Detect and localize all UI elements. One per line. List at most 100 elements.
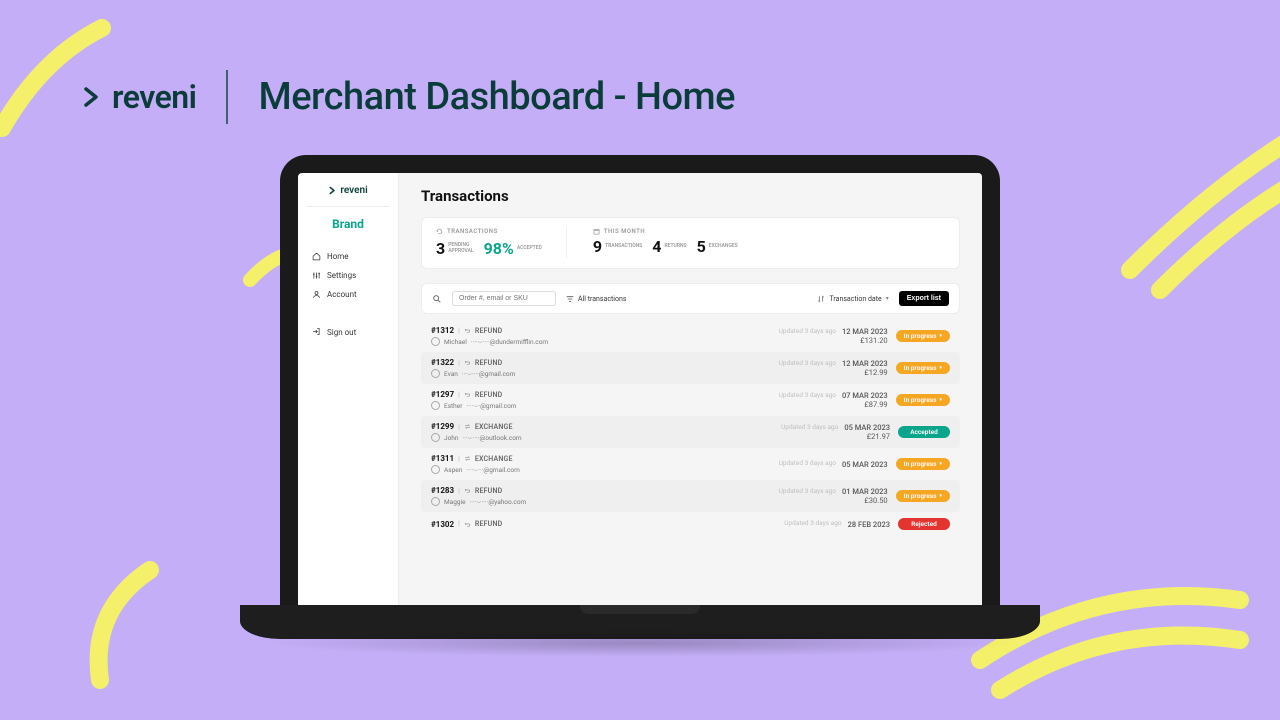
list-toolbar: All transactions Transaction date ▾ Expo… (421, 283, 960, 314)
transaction-id: #1322 (431, 358, 454, 367)
sidebar-signout-label: Sign out (327, 328, 356, 337)
sidebar-item-account[interactable]: Account (298, 285, 398, 304)
transaction-customer-name: Michael (444, 338, 467, 346)
transaction-customer-name: Esther (444, 402, 462, 410)
page-title: Merchant Dashboard - Home (258, 75, 735, 119)
transaction-date: 12 MAR 2023 (842, 359, 888, 368)
transaction-row[interactable]: #1297|REFUNDEsther·····-··@gmail.comUpda… (421, 384, 960, 416)
transaction-email-masked: ·····-··@gmail.com (466, 402, 516, 410)
stat-month-returns: 4 RETURNS (652, 239, 686, 255)
transaction-type: REFUND (475, 391, 503, 399)
chevron-down-icon: ▾ (939, 365, 942, 371)
user-avatar-icon (431, 497, 440, 506)
sidebar-signout[interactable]: Sign out (298, 322, 398, 343)
sidebar-item-home[interactable]: Home (298, 247, 398, 266)
refund-icon (464, 327, 471, 334)
transaction-customer-name: Maggie (444, 498, 466, 506)
status-badge[interactable]: Accepted (898, 426, 950, 438)
sort-dropdown[interactable]: Transaction date ▾ (817, 295, 888, 303)
user-avatar-icon (431, 369, 440, 378)
transaction-email-masked: ····-·····@gmail.com (462, 370, 516, 378)
refund-icon (464, 521, 471, 528)
home-icon (312, 252, 321, 261)
transaction-row[interactable]: #1311|EXCHANGEAspen·····-····@gmail.comU… (421, 448, 960, 480)
transaction-date: 01 MAR 2023 (842, 487, 888, 496)
sidebar-item-label: Home (327, 252, 349, 261)
filter-dropdown[interactable]: All transactions (566, 295, 626, 303)
transaction-type: EXCHANGE (475, 455, 513, 463)
stat-pending: 3 PENDING APPROVAL (436, 241, 474, 257)
user-icon (312, 290, 321, 299)
search-input[interactable] (452, 291, 556, 306)
status-badge[interactable]: In progress ▾ (896, 362, 950, 374)
transaction-date: 05 MAR 2023 (844, 423, 890, 432)
transaction-updated: Updated 3 days ago (784, 520, 841, 528)
user-avatar-icon (431, 465, 440, 474)
transaction-amount: £131.20 (860, 336, 887, 345)
chevron-down-icon: ▾ (939, 333, 942, 339)
transaction-id: #1302 (431, 520, 454, 529)
status-badge[interactable]: Rejected (898, 518, 950, 530)
dashboard-app: reveni Brand Home Settings Account (298, 173, 982, 605)
exchange-icon (464, 423, 471, 430)
transaction-row[interactable]: #1322|REFUNDEvan····-·····@gmail.comUpda… (421, 352, 960, 384)
laptop-shadow (260, 629, 1020, 657)
transaction-type: REFUND (475, 359, 503, 367)
transaction-amount: £12.99 (864, 368, 887, 377)
transaction-date: 07 MAR 2023 (842, 391, 888, 400)
stat-month-tx: 9 TRANSACTIONS (593, 239, 642, 255)
chevron-down-icon: ▾ (886, 295, 889, 302)
sidebar-item-settings[interactable]: Settings (298, 266, 398, 285)
reveni-logo-icon (80, 85, 104, 109)
status-badge[interactable]: In progress ▾ (896, 458, 950, 470)
stat-accepted-pct: 98% ACCEPTED (484, 239, 542, 258)
transaction-id: #1297 (431, 390, 454, 399)
transaction-customer-name: Evan (444, 370, 458, 378)
stat-month-exchanges: 5 EXCHANGES (697, 239, 738, 255)
transaction-date: 12 MAR 2023 (842, 327, 888, 336)
sliders-icon (312, 271, 321, 280)
main-panel: Transactions TRANSACTIONS 3 PENDING APPR… (399, 173, 982, 605)
transaction-row[interactable]: #1312|REFUNDMichael·····-·····@dundermif… (421, 320, 960, 352)
calendar-icon (593, 228, 600, 235)
status-badge[interactable]: In progress ▾ (896, 330, 950, 342)
transaction-updated: Updated 3 days ago (779, 392, 836, 400)
transaction-customer-name: Aspen (444, 466, 462, 474)
decorative-stroke (60, 560, 180, 700)
export-button[interactable]: Export list (899, 291, 949, 306)
stats-card: TRANSACTIONS 3 PENDING APPROVAL 98% ACCE… (421, 217, 960, 269)
transaction-type: REFUND (475, 487, 503, 495)
transaction-amount: £87.99 (864, 400, 887, 409)
transaction-row[interactable]: #1283|REFUNDMaggie·····-·····@yahoo.comU… (421, 480, 960, 512)
transaction-list: #1312|REFUNDMichael·····-·····@dundermif… (421, 320, 960, 536)
refund-icon (464, 487, 471, 494)
transaction-email-masked: ·····-·····@dundermifflin.com (471, 338, 548, 346)
exchange-icon (464, 455, 471, 462)
sidebar-logo-text: reveni (340, 185, 367, 196)
transaction-email-masked: ····-·····@outlook.com (462, 434, 521, 442)
transaction-updated: Updated 3 days ago (781, 424, 838, 432)
transaction-amount: £21.97 (867, 432, 890, 441)
main-title: Transactions (421, 187, 960, 205)
transaction-row[interactable]: #1302|REFUNDUpdated 3 days ago28 FEB 202… (421, 512, 960, 536)
decorative-stroke (1090, 110, 1280, 310)
transaction-updated: Updated 3 days ago (779, 328, 836, 336)
transaction-id: #1312 (431, 326, 454, 335)
transaction-email-masked: ·····-····@gmail.com (466, 466, 520, 474)
stats-transactions-label: TRANSACTIONS (436, 228, 542, 235)
stats-month-label: THIS MONTH (593, 228, 738, 235)
refund-icon (464, 391, 471, 398)
transaction-date: 28 FEB 2023 (848, 520, 890, 529)
divider (226, 70, 228, 124)
status-badge[interactable]: In progress ▾ (896, 394, 950, 406)
status-badge[interactable]: In progress ▾ (896, 490, 950, 502)
sidebar-logo: reveni (298, 185, 398, 196)
search-icon[interactable] (432, 294, 442, 304)
transaction-type: REFUND (475, 520, 503, 528)
divider (306, 206, 390, 207)
sort-icon (817, 295, 825, 303)
refresh-icon (436, 228, 443, 235)
transaction-row[interactable]: #1299|EXCHANGEJohn····-·····@outlook.com… (421, 416, 960, 448)
chevron-down-icon: ▾ (939, 397, 942, 403)
filter-icon (566, 295, 574, 303)
